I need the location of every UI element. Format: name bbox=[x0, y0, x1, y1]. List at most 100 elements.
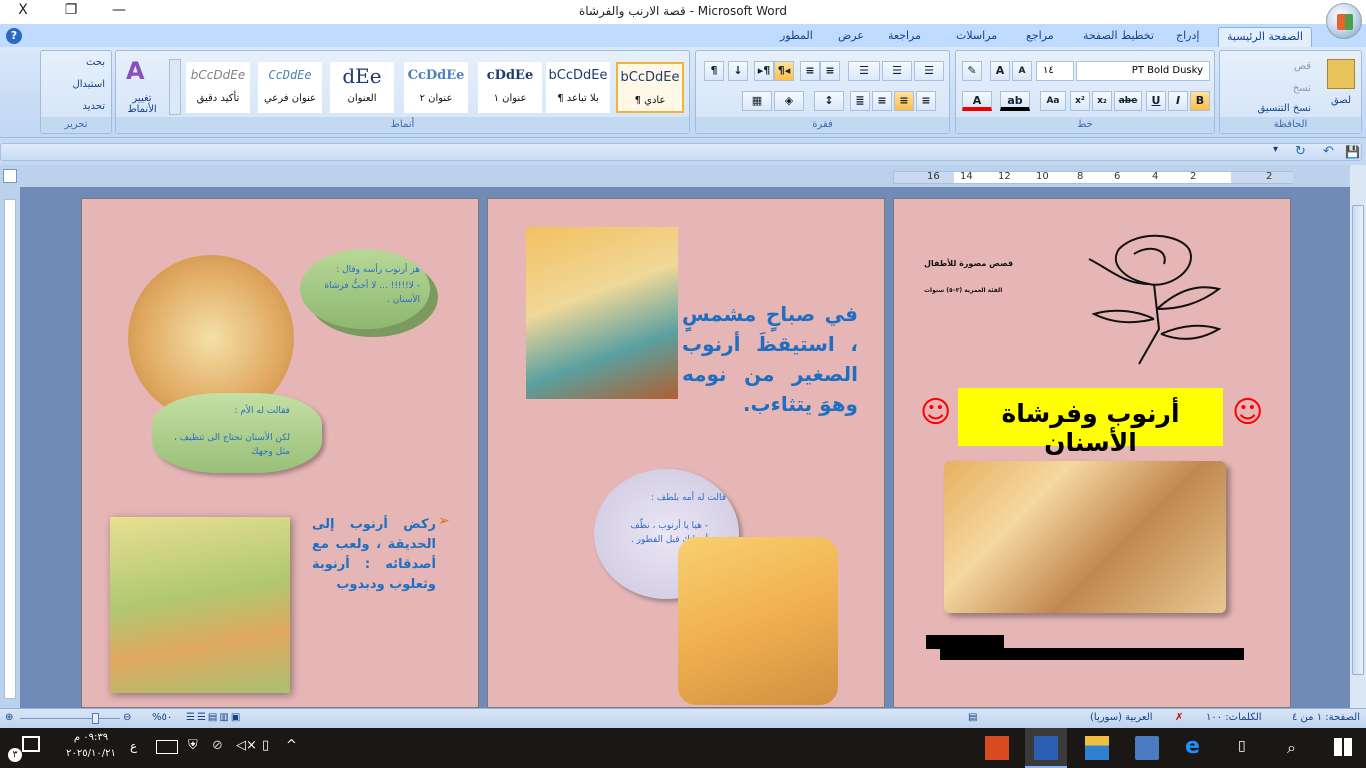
help-icon[interactable]: ? bbox=[6, 28, 22, 44]
vertical-ruler[interactable] bbox=[0, 187, 20, 708]
font-color-button[interactable]: A bbox=[962, 91, 992, 111]
shrink-font-button[interactable]: A bbox=[1012, 61, 1032, 81]
increase-indent-button[interactable]: ≡ bbox=[820, 61, 840, 81]
cut-button[interactable]: قص bbox=[1294, 61, 1311, 72]
scroll-thumb[interactable] bbox=[1352, 205, 1364, 675]
style-label: عنوان ١ bbox=[493, 93, 527, 104]
page-2[interactable]: في صباحٍ مشمسٍ ، استيقظَ أرنوب الصغير من… bbox=[487, 198, 885, 708]
horizontal-ruler[interactable]: 16 14 12 10 8 6 4 2 2 bbox=[893, 171, 1293, 184]
tab-developer[interactable]: المطور bbox=[772, 27, 821, 47]
shading-button[interactable]: ◈ bbox=[774, 91, 804, 111]
search-icon[interactable]: ⌕ bbox=[1287, 738, 1296, 758]
view-buttons[interactable]: ☰☰▤▥▣ bbox=[186, 712, 242, 723]
highlight-color-button[interactable]: ab bbox=[1000, 91, 1030, 111]
word-taskbar-button[interactable] bbox=[1025, 728, 1067, 768]
usb-icon: ▯ bbox=[262, 738, 270, 753]
style-title[interactable]: dEe العنوان bbox=[330, 62, 394, 113]
align-left-button[interactable]: ≡ bbox=[872, 91, 892, 111]
tab-selector-icon[interactable] bbox=[3, 169, 17, 183]
zoom-out-button[interactable]: ⊖ bbox=[123, 712, 131, 723]
numbering-button[interactable]: ☰ bbox=[882, 61, 912, 81]
show-hidden-icons[interactable]: ^ bbox=[286, 738, 297, 753]
undo-icon[interactable]: ↶ bbox=[1323, 144, 1334, 159]
zoom-slider[interactable] bbox=[20, 718, 120, 719]
style-no-spacing[interactable]: bCcDdEe ¶ بلا تباعد bbox=[546, 62, 610, 113]
font-size-select[interactable]: ١٤ bbox=[1036, 61, 1074, 81]
sort-button[interactable]: ↓ bbox=[728, 61, 748, 81]
network-app-icon[interactable] bbox=[1135, 736, 1159, 760]
tab-page-layout[interactable]: تخطيط الصفحة bbox=[1075, 27, 1162, 47]
italic-button[interactable]: I bbox=[1168, 91, 1188, 111]
align-right-button[interactable]: ≡ bbox=[916, 91, 936, 111]
zoom-slider-thumb[interactable] bbox=[92, 713, 99, 724]
proofing-icon[interactable]: ✗ bbox=[1175, 712, 1183, 723]
zoom-level[interactable]: %٥٠ bbox=[152, 712, 172, 723]
file-explorer-icon[interactable] bbox=[1085, 736, 1109, 760]
edge-icon[interactable]: e bbox=[1185, 734, 1200, 759]
tab-review[interactable]: مراجعة bbox=[880, 27, 929, 47]
underline-button[interactable]: U bbox=[1146, 91, 1166, 111]
volume-muted-icon[interactable]: ◁× bbox=[236, 738, 257, 753]
ltr-button[interactable]: ▸¶ bbox=[754, 61, 774, 81]
style-heading-2[interactable]: CcDdEe عنوان ٢ bbox=[404, 62, 468, 113]
word-count[interactable]: الكلمات: ١٠٠ bbox=[1206, 712, 1262, 723]
bubble-line: هز أرنوب رأسه وقال : bbox=[336, 265, 420, 275]
customize-qat-icon[interactable]: ▾ bbox=[1273, 144, 1278, 155]
align-center-button[interactable]: ≡ bbox=[894, 91, 914, 111]
format-painter-button[interactable]: نسخ التنسيق bbox=[1258, 103, 1311, 114]
style-normal[interactable]: bCcDdEe ¶ عادي bbox=[616, 62, 684, 113]
macro-icon[interactable]: ▤ bbox=[968, 712, 977, 723]
decrease-indent-button[interactable]: ≡ bbox=[800, 61, 820, 81]
powerpoint-icon[interactable] bbox=[985, 736, 1009, 760]
replace-button[interactable]: استبدال bbox=[73, 79, 106, 90]
subscript-button[interactable]: x₂ bbox=[1092, 91, 1112, 111]
superscript-button[interactable]: x² bbox=[1070, 91, 1090, 111]
font-name-select[interactable]: PT Bold Dusky bbox=[1076, 61, 1210, 81]
tab-insert[interactable]: إدراج bbox=[1168, 27, 1207, 47]
keyboard-icon[interactable] bbox=[156, 740, 178, 754]
show-marks-button[interactable]: ¶ bbox=[704, 61, 724, 81]
select-button[interactable]: تحديد bbox=[82, 101, 105, 112]
start-icon[interactable] bbox=[1334, 738, 1352, 756]
change-styles-button[interactable]: تغيير الأنماط bbox=[122, 93, 162, 115]
style-subtitle[interactable]: CcDdEe عنوان فرعي bbox=[258, 62, 322, 113]
network-icon[interactable]: ⊘ bbox=[212, 738, 223, 753]
borders-button[interactable]: ▦ bbox=[742, 91, 772, 111]
style-subtle-emphasis[interactable]: bCcDdEe تأكيد دقيق bbox=[186, 62, 250, 113]
office-button[interactable] bbox=[1326, 3, 1362, 39]
clear-formatting-icon[interactable]: ✎ bbox=[962, 61, 982, 81]
input-language[interactable]: ع bbox=[130, 739, 137, 753]
redo-icon[interactable]: ↻ bbox=[1295, 144, 1306, 159]
grow-font-button[interactable]: A bbox=[990, 61, 1010, 81]
window-title: قصة الارنب والفرشاة - Microsoft Word bbox=[578, 4, 787, 18]
bold-button[interactable]: B bbox=[1190, 91, 1210, 111]
clock-date[interactable]: ٢٠٢٥/١٠/٢١ bbox=[60, 748, 122, 759]
zoom-in-button[interactable]: ⊕ bbox=[5, 712, 13, 723]
vertical-scrollbar[interactable] bbox=[1350, 165, 1366, 708]
tab-home[interactable]: الصفحة الرئيسية bbox=[1218, 27, 1312, 47]
strikethrough-button[interactable]: abe bbox=[1114, 91, 1142, 111]
line-spacing-button[interactable]: ↕ bbox=[814, 91, 844, 111]
justify-button[interactable]: ≣ bbox=[850, 91, 870, 111]
page-count[interactable]: الصفحة: ١ من ٤ bbox=[1292, 712, 1360, 723]
notifications-icon[interactable] bbox=[22, 736, 40, 752]
tab-references[interactable]: مراجع bbox=[1018, 27, 1062, 47]
multilevel-list-button[interactable]: ☰ bbox=[848, 61, 880, 81]
change-case-button[interactable]: Aa bbox=[1040, 91, 1066, 111]
paste-button[interactable]: لصق bbox=[1331, 95, 1351, 106]
language-indicator[interactable]: العربية (سوريا) bbox=[1090, 712, 1153, 723]
paste-icon[interactable] bbox=[1327, 59, 1355, 89]
bullets-button[interactable]: ☰ bbox=[914, 61, 944, 81]
find-button[interactable]: بحث bbox=[86, 57, 105, 68]
rtl-button[interactable]: ¶◂ bbox=[774, 61, 794, 81]
task-view-icon[interactable]: ▯ bbox=[1238, 738, 1246, 754]
styles-scroll[interactable] bbox=[169, 59, 181, 115]
copy-button[interactable]: نسخ bbox=[1293, 83, 1311, 94]
save-icon[interactable]: 💾 bbox=[1345, 145, 1360, 159]
tab-mailings[interactable]: مراسلات bbox=[948, 27, 1005, 47]
page-1[interactable]: هز أرنوب رأسه وقال : - لا!!!!! ... لا أح… bbox=[81, 198, 479, 708]
tab-view[interactable]: عرض bbox=[830, 27, 872, 47]
clock-time[interactable]: ٠٩:٣٩ م bbox=[60, 732, 122, 743]
style-heading-1[interactable]: cDdEe عنوان ١ bbox=[478, 62, 542, 113]
page-cover[interactable]: قصص مصورة للأطفال الفئة العمرية (٣–٥) سن… bbox=[893, 198, 1291, 708]
